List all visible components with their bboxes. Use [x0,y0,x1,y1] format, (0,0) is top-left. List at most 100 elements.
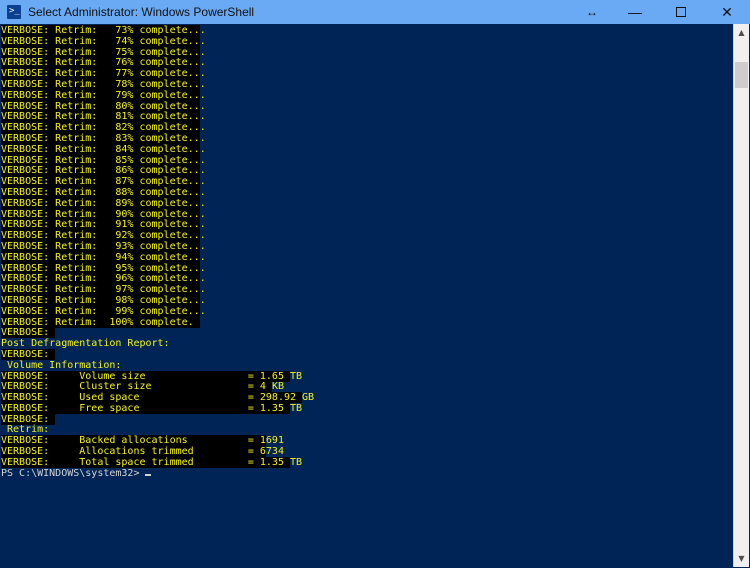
scroll-down-icon[interactable]: ▼ [734,550,749,567]
console-line-text: VERBOSE: Retrim: 74% complete.. [1,35,200,47]
console-line-text-overflow: . [199,57,206,69]
console-line: VERBOSE: [1,413,733,426]
console-line-text: VERBOSE: Retrim: 100% complete. [1,316,200,328]
console-line-text: VERBOSE: Retrim: 79% complete.. [1,89,200,101]
console-line-text: VERBOSE: Backed allocations = 1 [1,435,266,447]
console-line-text-overflow: 734 [265,446,284,458]
console-line-text: VERBOSE: Retrim: 89% complete.. [1,197,200,209]
console-line: Post Defragmentation Report: [1,338,733,350]
console-line-text-overflow: . [199,122,206,134]
close-button[interactable]: ✕ [704,0,750,24]
console-line-text-overflow: . [199,186,206,198]
console-line-text: VERBOSE: Retrim: 84% complete.. [1,143,200,155]
console-line-text: VERBOSE: Retrim: 82% complete.. [1,122,200,134]
console-line-text-overflow: . [199,78,206,90]
console-line-text-overflow: . [199,154,206,166]
console-line-text: VERBOSE: Retrim: 86% complete.. [1,165,200,177]
console-line-text-overflow: . [199,197,206,209]
powershell-window: >_ Select Administrator: Windows PowerSh… [0,0,750,568]
console-line: VERBOSE: Free space = 1.35 TB [1,402,733,415]
console-line-text: VERBOSE: Cluster size = 4 [1,381,272,393]
console-line-text: VERBOSE: Used space = 298.92 [1,392,303,404]
console-line: VERBOSE: Retrim: 99% complete... [1,305,733,318]
console-line-text-overflow: . [199,165,206,177]
maximize-button[interactable] [658,0,704,24]
console-line-text: VERBOSE: Allocations trimmed = 6 [1,446,266,458]
titlebar[interactable]: >_ Select Administrator: Windows PowerSh… [0,0,750,24]
console-line-text: Post Defragmentation Report: [1,338,170,350]
console-line-text-overflow: . [199,35,206,47]
console-line-text-overflow: GB [302,392,315,404]
console-line: VERBOSE: Retrim: 79% complete... [1,89,733,102]
console-line-text-overflow: . [199,176,206,188]
console-line-text-overflow: . [199,143,206,155]
prompt-line[interactable]: PS C:\WINDOWS\system32> [1,467,733,480]
console-line-text-overflow: 691 [265,435,284,447]
console-line-text: VERBOSE: Retrim: 78% complete.. [1,78,200,90]
console-line-text: Retrim: [1,424,50,436]
console-line-text-overflow: . [199,68,206,80]
console-line-text-overflow: . [199,240,206,252]
console-line-text: VERBOSE: Retrim: 96% complete.. [1,273,200,285]
console-line-text: VERBOSE: Retrim: 91% complete.. [1,219,200,231]
console-line-text: Volume Information: [1,359,122,371]
console-line: Volume Information: [1,359,733,372]
prompt-text: PS C:\WINDOWS\system32> [1,467,140,479]
scroll-up-icon[interactable]: ▲ [734,24,749,41]
minimize-button[interactable]: — [612,0,658,24]
console-line: VERBOSE: Retrim: 94% complete... [1,251,733,264]
console-line-text-overflow: . [199,284,206,296]
console-line-text: VERBOSE: Retrim: 75% complete.. [1,46,200,58]
console-line-text-overflow: . [199,294,206,306]
console-line-text: VERBOSE: [1,413,56,425]
console-line-text-overflow: . [199,219,206,231]
console-line-text: VERBOSE: Retrim: 93% complete.. [1,240,200,252]
console-line-text: VERBOSE: Retrim: 90% complete.. [1,208,200,220]
console-line-text-overflow: . [199,273,206,285]
console-line-text: VERBOSE: Retrim: 99% complete.. [1,305,200,317]
window-title: Select Administrator: Windows PowerShell [28,5,255,19]
console-line-text-overflow: KB [271,381,284,393]
console-line-text-overflow: TB [289,370,303,382]
console-line-text: VERBOSE: [1,327,56,339]
console-line-text: VERBOSE: Retrim: 98% complete.. [1,294,200,306]
console-lines: VERBOSE: Retrim: 73% complete... VERBOSE:… [1,25,733,480]
console-line-text-overflow: . [199,251,206,263]
console-line-text: VERBOSE: Volume size = 1.65 [1,370,290,382]
horizontal-resize-icon[interactable]: ↔ [572,0,612,24]
console-line-text: VERBOSE: Retrim: 83% complete.. [1,132,200,144]
console-line-text: VERBOSE: Retrim: 95% complete.. [1,262,200,274]
console-line: VERBOSE: Retrim: 89% complete... [1,197,733,210]
console-line-text: VERBOSE: Retrim: 76% complete.. [1,57,200,69]
console-line-text: VERBOSE: Retrim: 88% complete.. [1,186,200,198]
console-line-text-overflow: . [199,100,206,112]
console-line-text: VERBOSE: Retrim: 92% complete.. [1,230,200,242]
maximize-icon [676,7,686,17]
console-line-text-overflow: . [199,305,206,317]
console-line-text-overflow: TB [289,456,303,468]
powershell-icon: >_ [7,5,21,19]
scrollbar-thumb[interactable] [735,62,748,88]
console-line-text: VERBOSE: Retrim: 94% complete.. [1,251,200,263]
console-line: VERBOSE: Retrim: 74% complete... [1,35,733,48]
console-line-text-overflow: . [199,46,206,58]
console-line-text-overflow: . [199,89,206,101]
console-output-area[interactable]: VERBOSE: Retrim: 73% complete... VERBOSE:… [0,24,733,568]
powershell-icon-glyph: >_ [9,6,20,16]
console-line-text: VERBOSE: Free space = 1.35 [1,402,290,414]
console-line-text: VERBOSE: [1,348,56,360]
console-line: VERBOSE: Retrim: 84% complete... [1,143,733,156]
console-line-text: VERBOSE: Retrim: 81% complete.. [1,111,200,123]
console-line-text-overflow: TB [289,402,303,414]
scrollbar-track[interactable] [734,41,749,550]
console-line-text-overflow: . [199,111,206,123]
vertical-scrollbar[interactable]: ▲ ▼ [733,24,749,567]
console-line-text-overflow: . [199,25,206,36]
console-line-text-overflow: . [199,208,206,220]
console-line-text: VERBOSE: Retrim: 77% complete.. [1,68,200,80]
console-line-text: VERBOSE: Total space trimmed = 1.35 [1,456,290,468]
console-line-text: VERBOSE: Retrim: 73% complete.. [1,25,200,36]
console-line-text-overflow: . [199,132,206,144]
console-line: VERBOSE: Retrim: 100% complete. [1,316,733,329]
console-line-text: VERBOSE: Retrim: 87% complete.. [1,176,200,188]
